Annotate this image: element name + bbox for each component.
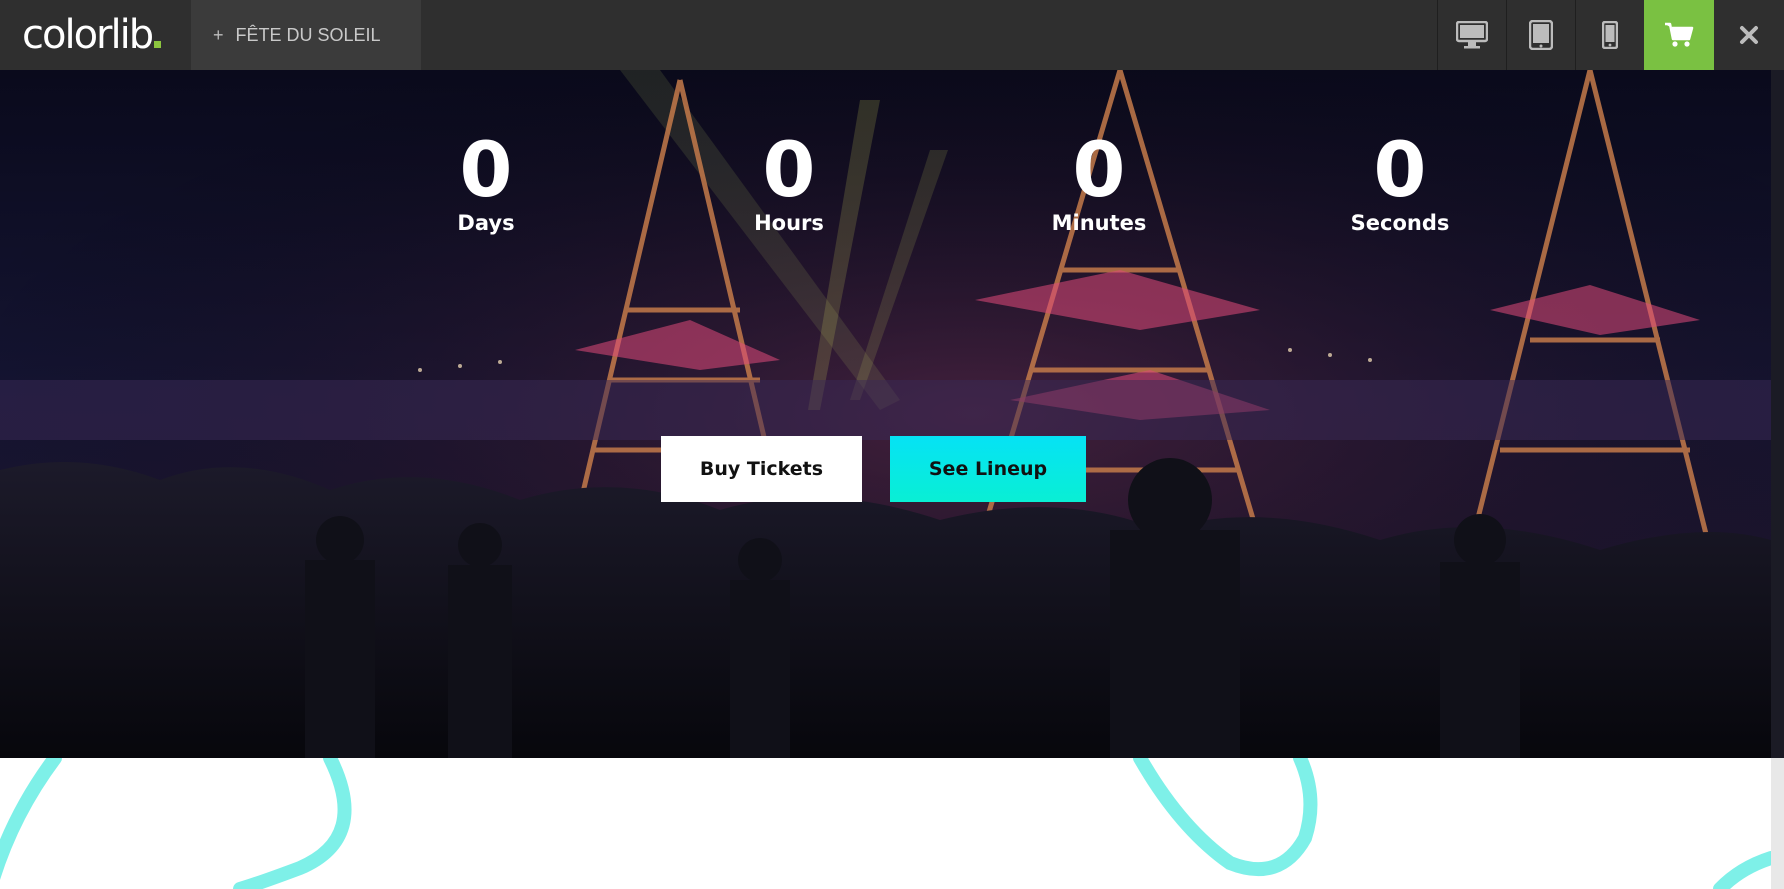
countdown-seconds-label: Seconds (1350, 211, 1450, 235)
countdown-minutes-value: 0 (1072, 125, 1126, 214)
cart-icon (1665, 22, 1694, 47)
plus-icon: + (213, 24, 224, 45)
see-lineup-button[interactable]: See Lineup (890, 436, 1086, 502)
desktop-icon (1456, 21, 1488, 49)
buy-theme-button[interactable] (1644, 0, 1714, 70)
device-switcher (1437, 0, 1784, 70)
countdown-minutes: 0 Minutes (1019, 128, 1179, 236)
tablet-icon (1529, 20, 1553, 50)
logo-text: colorlib (22, 12, 154, 58)
colorlib-logo[interactable]: colorlib (22, 12, 162, 58)
festival-background-image (0, 70, 1771, 758)
preview-toolbar: colorlib + FÊTE DU SOLEIL (0, 0, 1784, 70)
countdown-days-value: 0 (459, 125, 513, 214)
mobile-icon (1602, 21, 1618, 49)
scrollbar-thumb[interactable] (1771, 70, 1784, 758)
countdown-hours: 0 Hours (709, 128, 869, 236)
desktop-view-button[interactable] (1437, 0, 1506, 70)
tablet-view-button[interactable] (1506, 0, 1575, 70)
countdown-seconds-value: 0 (1373, 125, 1427, 214)
theme-name: FÊTE DU SOLEIL (235, 24, 381, 45)
hero-section: 0 Days 0 Hours 0 Minutes 0 Seconds Buy T… (0, 70, 1771, 758)
logo-dot (154, 41, 162, 48)
countdown-days-label: Days (457, 211, 515, 235)
countdown-days: 0 Days (406, 128, 566, 236)
mobile-view-button[interactable] (1575, 0, 1644, 70)
decorative-swirl-pattern (0, 758, 1771, 889)
countdown-seconds: 0 Seconds (1320, 128, 1480, 236)
buy-tickets-button[interactable]: Buy Tickets (661, 436, 862, 502)
countdown-minutes-label: Minutes (1051, 211, 1147, 235)
countdown-hours-label: Hours (754, 211, 824, 235)
close-preview-button[interactable] (1714, 0, 1784, 70)
section-below-hero (0, 758, 1771, 889)
theme-selector[interactable]: + FÊTE DU SOLEIL (191, 0, 421, 70)
close-icon (1740, 26, 1758, 44)
countdown-hours-value: 0 (762, 125, 816, 214)
